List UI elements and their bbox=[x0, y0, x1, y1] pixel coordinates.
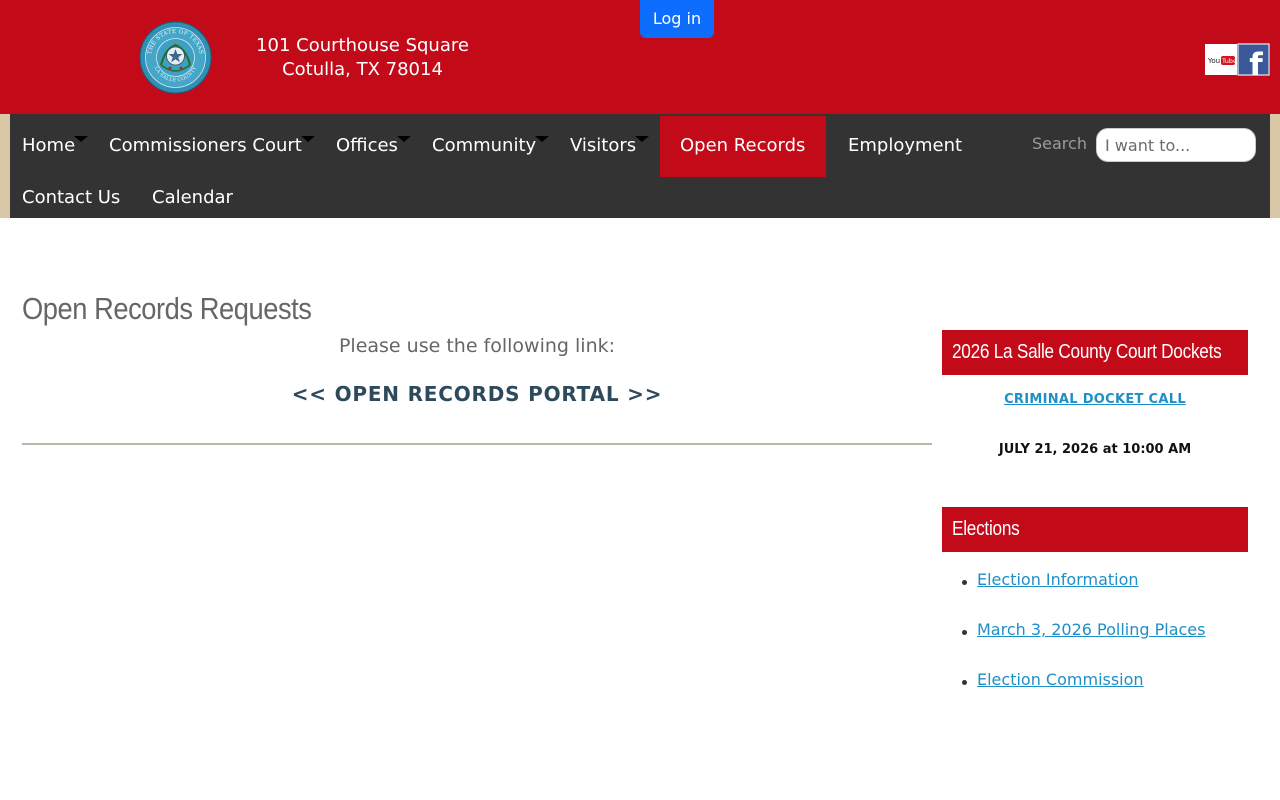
election-commission-link[interactable]: Election Commission bbox=[977, 670, 1144, 689]
address-city: Cotulla, TX 78014 bbox=[282, 59, 443, 80]
list-item: Election Commission bbox=[942, 668, 1248, 718]
nav-item-label: Employment bbox=[848, 135, 963, 156]
docket-date: JULY 21, 2026 at 10:00 AM bbox=[998, 442, 1192, 457]
nav-item-label: Visitors bbox=[570, 135, 637, 156]
search-input[interactable] bbox=[1096, 128, 1256, 162]
facebook-icon[interactable]: f bbox=[1237, 43, 1270, 76]
caret-down-icon[interactable] bbox=[535, 136, 549, 142]
bullet-icon bbox=[962, 580, 967, 585]
caret-down-icon[interactable] bbox=[74, 136, 88, 142]
nav-item-calendar[interactable]: Calendar bbox=[152, 186, 233, 210]
nav-item-employment[interactable]: Employment bbox=[848, 134, 962, 158]
nav-item-label: Commissioners Court bbox=[109, 135, 302, 156]
bullet-icon bbox=[962, 630, 967, 635]
nav-item-visitors[interactable]: Visitors bbox=[570, 134, 636, 158]
address-street: 101 Courthouse Square bbox=[256, 35, 469, 56]
nav-item-open-records[interactable]: Open Records bbox=[680, 134, 805, 158]
criminal-docket-call-link[interactable]: CRIMINAL DOCKET CALL bbox=[942, 391, 1248, 409]
intro-text: Please use the following link: bbox=[338, 335, 616, 357]
nav-item-label: Offices bbox=[336, 135, 398, 156]
court-dockets-heading: 2026 La Salle County Court Dockets bbox=[942, 330, 1248, 375]
svg-text:f: f bbox=[1249, 47, 1263, 76]
caret-down-icon[interactable] bbox=[397, 136, 411, 142]
nav-item-label: Community bbox=[432, 135, 537, 156]
caret-down-icon[interactable] bbox=[635, 136, 649, 142]
nav-item-offices[interactable]: Offices bbox=[336, 134, 398, 158]
nav-background: Home Commissioners Court Offices Communi… bbox=[0, 114, 1280, 218]
court-dockets-heading-text: 2026 La Salle County Court Dockets bbox=[952, 341, 1222, 363]
nav-item-contact-us[interactable]: Contact Us bbox=[22, 186, 120, 210]
list-item: March 3, 2026 Polling Places bbox=[942, 618, 1248, 668]
nav-item-label: Contact Us bbox=[22, 187, 121, 208]
open-records-portal-link[interactable]: << OPEN RECORDS PORTAL >> bbox=[22, 381, 932, 407]
nav-item-label: Home bbox=[22, 135, 76, 156]
svg-text:You: You bbox=[1207, 57, 1220, 65]
nav-item-home[interactable]: Home bbox=[22, 134, 75, 158]
polling-places-link[interactable]: March 3, 2026 Polling Places bbox=[977, 620, 1205, 639]
caret-down-icon[interactable] bbox=[301, 136, 315, 142]
nav-item-community[interactable]: Community bbox=[432, 134, 536, 158]
content-divider bbox=[22, 443, 932, 445]
nav-item-label: Open Records bbox=[680, 135, 806, 156]
elections-heading-text: Elections bbox=[952, 518, 1020, 540]
page-title: Open Records Requests bbox=[22, 291, 312, 326]
search-label: Search bbox=[1032, 134, 1087, 153]
nav-item-label: Calendar bbox=[152, 187, 233, 208]
elections-list: Election Information March 3, 2026 Polli… bbox=[942, 568, 1248, 718]
courthouse-address: 101 Courthouse Square Cotulla, TX 78014 bbox=[236, 34, 489, 82]
site-header: THE STATE OF TEXAS LA SALLE COUNTY 101 C… bbox=[0, 0, 1280, 114]
main-navigation: Home Commissioners Court Offices Communi… bbox=[10, 114, 1270, 218]
county-seal-logo[interactable]: THE STATE OF TEXAS LA SALLE COUNTY bbox=[139, 21, 212, 94]
login-button[interactable]: Log in bbox=[640, 0, 714, 38]
list-item: Election Information bbox=[942, 568, 1248, 618]
bullet-icon bbox=[962, 680, 967, 685]
svg-text:Tube: Tube bbox=[1221, 58, 1237, 65]
nav-item-commissioners-court[interactable]: Commissioners Court bbox=[109, 134, 302, 158]
elections-heading: Elections bbox=[942, 507, 1248, 552]
youtube-icon[interactable]: You Tube bbox=[1205, 44, 1237, 75]
election-information-link[interactable]: Election Information bbox=[977, 570, 1139, 589]
